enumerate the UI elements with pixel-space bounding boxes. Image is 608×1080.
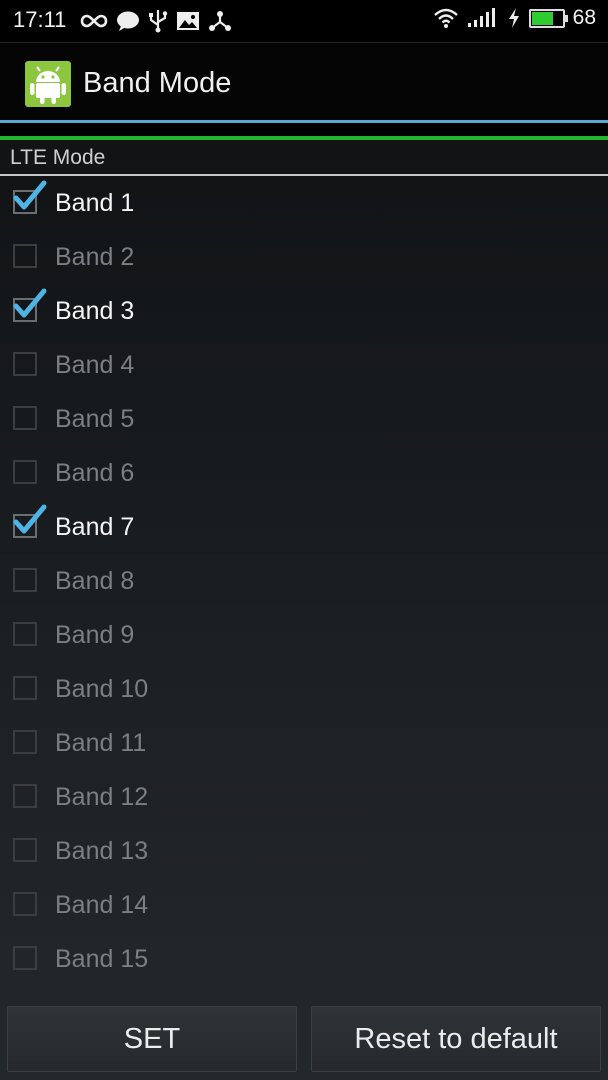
notification-icons xyxy=(80,9,232,33)
infinity-icon xyxy=(80,14,108,28)
section-title: LTE Mode xyxy=(10,146,106,169)
band-label: Band 5 xyxy=(55,405,135,433)
band-label: Band 9 xyxy=(55,621,135,649)
band-checkbox[interactable] xyxy=(13,892,37,916)
band-row[interactable]: Band 13 xyxy=(0,824,608,878)
band-row[interactable]: Band 1 xyxy=(0,176,608,230)
band-label: Band 2 xyxy=(55,243,135,271)
charging-bolt-icon xyxy=(508,8,519,28)
band-row[interactable]: Band 12 xyxy=(0,770,608,824)
network-share-icon xyxy=(209,11,231,31)
band-row[interactable]: Band 6 xyxy=(0,446,608,500)
divider-blue xyxy=(0,120,608,123)
band-row[interactable]: Band 15 xyxy=(0,932,608,986)
band-label: Band 10 xyxy=(55,675,149,703)
band-label: Band 4 xyxy=(55,351,135,379)
checkmark-icon xyxy=(13,504,47,534)
battery-icon xyxy=(528,8,568,28)
band-label: Band 14 xyxy=(55,891,149,919)
band-row[interactable]: Band 9 xyxy=(0,608,608,662)
band-row[interactable]: Band 7 xyxy=(0,500,608,554)
band-label: Band 3 xyxy=(55,297,135,325)
band-checkbox[interactable] xyxy=(13,460,37,484)
band-row[interactable]: Band 4 xyxy=(0,338,608,392)
page-title: Band Mode xyxy=(83,67,232,99)
checkmark-icon xyxy=(13,288,47,318)
band-row[interactable]: Band 11 xyxy=(0,716,608,770)
band-row[interactable]: Band 5 xyxy=(0,392,608,446)
status-bar: 17:11 68 xyxy=(0,0,608,42)
set-button[interactable]: SET xyxy=(7,1006,297,1072)
android-icon xyxy=(25,61,71,107)
band-list: Band 1 Band 2 Band 3 Band 4 Band 5 Band 6 Band… xyxy=(0,176,608,986)
reset-to-default-button[interactable]: Reset to default xyxy=(311,1006,601,1072)
signal-icon xyxy=(467,8,495,27)
chat-bubble-icon xyxy=(117,11,139,31)
band-checkbox[interactable] xyxy=(13,946,37,970)
usb-icon xyxy=(149,10,168,33)
band-checkbox[interactable] xyxy=(13,244,37,268)
system-icons: 68 xyxy=(433,6,596,30)
band-label: Band 1 xyxy=(55,189,135,217)
battery-level: 68 xyxy=(572,6,596,29)
band-label: Band 15 xyxy=(55,945,149,973)
band-checkbox[interactable] xyxy=(13,622,37,646)
band-label: Band 7 xyxy=(55,513,135,541)
action-bar: Band Mode xyxy=(0,42,608,123)
band-row[interactable]: Band 2 xyxy=(0,230,608,284)
band-label: Band 12 xyxy=(55,783,149,811)
band-row[interactable]: Band 14 xyxy=(0,878,608,932)
band-content[interactable]: LTE Mode Band 1 Band 2 Band 3 Band 4 Band 5B… xyxy=(0,140,608,1080)
band-label: Band 13 xyxy=(55,837,149,865)
checkmark-icon xyxy=(13,180,47,210)
band-row[interactable]: Band 3 xyxy=(0,284,608,338)
battery-fill xyxy=(531,11,554,25)
band-checkbox[interactable] xyxy=(13,406,37,430)
band-checkbox[interactable] xyxy=(13,730,37,754)
image-icon xyxy=(177,12,199,30)
band-row[interactable]: Band 8 xyxy=(0,554,608,608)
band-row[interactable]: Band 10 xyxy=(0,662,608,716)
wifi-icon xyxy=(433,8,458,28)
band-label: Band 8 xyxy=(55,567,135,595)
band-label: Band 6 xyxy=(55,459,135,487)
band-checkbox[interactable] xyxy=(13,352,37,376)
band-checkbox[interactable] xyxy=(13,676,37,700)
band-checkbox[interactable] xyxy=(13,838,37,862)
band-label: Band 11 xyxy=(55,729,147,757)
section-header: LTE Mode xyxy=(0,140,608,176)
band-checkbox[interactable] xyxy=(13,568,37,592)
status-time: 17:11 xyxy=(13,7,67,32)
band-checkbox[interactable] xyxy=(13,784,37,808)
